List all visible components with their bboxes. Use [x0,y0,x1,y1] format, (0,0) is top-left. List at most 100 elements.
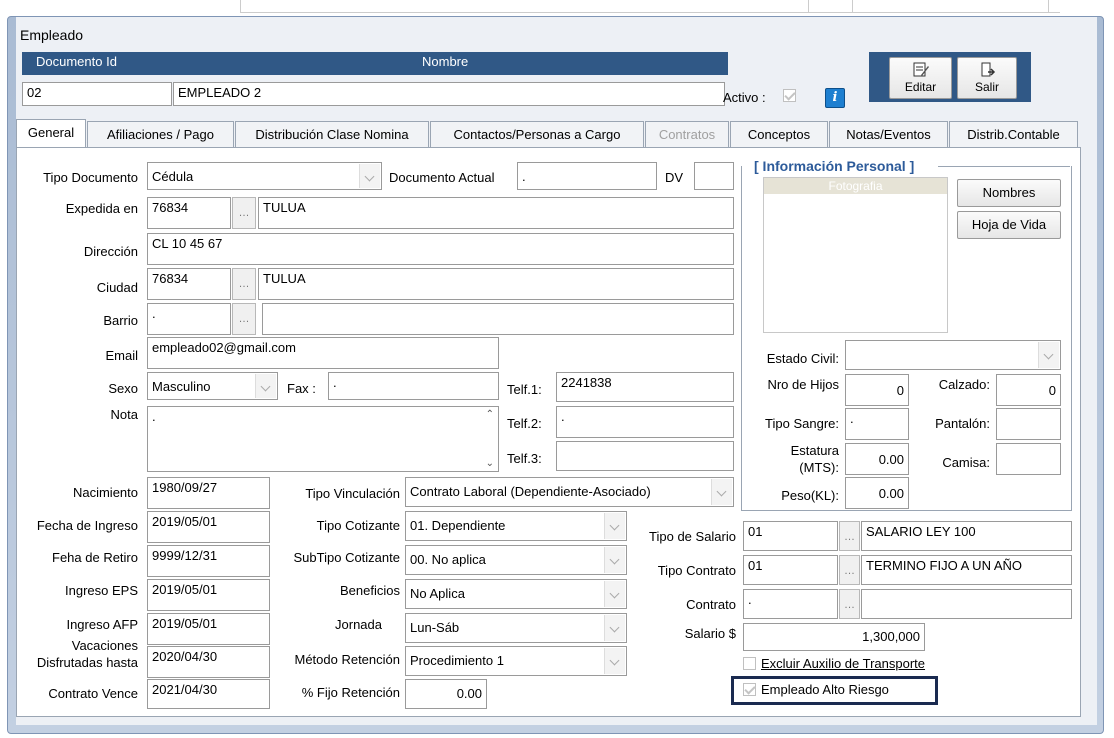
telf1-label: Telf.1: [507,382,542,397]
scroll-up-icon[interactable]: ⌃ [486,409,494,420]
contrato-code[interactable]: . [743,589,838,619]
ingreso-eps-field[interactable]: 2019/05/01 [147,579,270,611]
estatura-label-2: (MTS): [799,460,839,475]
salir-label: Salir [974,80,999,94]
peso-field[interactable]: 0.00 [845,477,909,509]
tipo-sangre-field[interactable]: . [845,408,909,440]
nacimiento-field[interactable]: 1980/09/27 [147,477,270,509]
ciudad-label: Ciudad [96,280,138,295]
direccion-label: Dirección [83,244,138,259]
documento-id-header: Documento Id [36,54,117,69]
tipo-documento-select[interactable]: Cédula [147,162,382,190]
fijo-retencion-field[interactable]: 0.00 [405,679,487,709]
nro-hijos-field[interactable]: 0 [845,374,909,406]
estatura-label: Estatura [790,443,839,458]
barrio-lookup-button[interactable]: … [232,303,256,335]
nota-textarea[interactable]: . ⌃ ⌄ [147,406,499,472]
tipo-salario-code[interactable]: 01 [743,521,838,551]
tipo-vinculacion-select[interactable]: Contrato Laboral (Dependiente-Asociado) [405,477,734,507]
fecha-retiro-field[interactable]: 9999/12/31 [147,545,270,577]
metodo-retencion-select[interactable]: Procedimiento 1 [405,646,627,676]
tipo-sangre-label: Tipo Sangre: [765,416,839,431]
tipo-salario-label: Tipo de Salario [649,529,736,544]
direccion-field[interactable]: CL 10 45 67 [147,233,734,265]
ciudad-code-field[interactable]: 76834 [147,268,231,300]
subtipo-cotizante-select[interactable]: 00. No aplica [405,545,627,575]
tab-distribucion-clase[interactable]: Distribución Clase Nomina [235,121,429,148]
beneficios-label: Beneficios [340,583,400,598]
fotografia-label: Fotografia [764,178,947,194]
contrato-name[interactable] [861,589,1072,619]
tipo-cotizante-select[interactable]: 01. Dependiente [405,511,627,541]
expedida-name-field[interactable]: TULUA [258,197,734,229]
subtipo-cotizante-label: SubTipo Cotizante [293,550,400,565]
vacaciones-label-2: Disfrutadas hasta [36,655,138,670]
calzado-field[interactable]: 0 [996,374,1061,406]
scroll-down-icon[interactable]: ⌄ [486,458,494,469]
ingreso-afp-field[interactable]: 2019/05/01 [147,613,270,645]
tab-contratos[interactable]: Contratos [645,121,729,148]
email-field[interactable]: empleado02@gmail.com [147,337,499,369]
tab-contactos[interactable]: Contactos/Personas a Cargo [430,121,644,148]
header-bar: Documento Id Nombre [22,52,728,75]
excluir-auxilio-checkbox[interactable] [743,657,756,670]
tipo-salario-name[interactable]: SALARIO LEY 100 [861,521,1072,551]
group-border [938,166,1070,167]
estado-civil-select[interactable] [845,340,1061,370]
informacion-personal-title: [ Información Personal ] [752,158,917,174]
editar-button[interactable]: Editar [889,57,952,99]
alto-riesgo-label: Empleado Alto Riesgo [761,682,889,697]
beneficios-select[interactable]: No Aplica [405,579,627,609]
tab-afiliaciones[interactable]: Afiliaciones / Pago [87,121,234,148]
salir-button[interactable]: Salir [957,57,1017,99]
telf3-label: Telf.3: [507,451,542,466]
tipo-contrato-label: Tipo Contrato [657,563,736,578]
fax-field[interactable]: . [328,372,499,400]
barrio-code-field[interactable]: . [147,303,231,335]
contrato-lookup-button[interactable]: … [839,589,860,619]
sexo-select[interactable]: Masculino [147,372,278,400]
camisa-field[interactable] [996,443,1061,475]
expedida-code-field[interactable]: 76834 [147,197,231,229]
nombres-button[interactable]: Nombres [957,179,1061,207]
alto-riesgo-checkbox[interactable] [743,683,756,696]
nombre-field[interactable]: EMPLEADO 2 [173,82,725,106]
telf2-label: Telf.2: [507,416,542,431]
info-icon[interactable]: i [825,88,845,108]
dv-field[interactable] [694,162,734,190]
jornada-select[interactable]: Lun-Sáb [405,613,627,643]
tab-conceptos[interactable]: Conceptos [730,121,828,148]
fotografia-box[interactable]: Fotografia [763,177,948,333]
tipo-salario-lookup-button[interactable]: … [839,521,860,551]
estatura-field[interactable]: 0.00 [845,443,909,475]
estado-civil-label: Estado Civil: [766,351,839,366]
excluir-auxilio-label: Excluir Auxilio de Transporte [761,656,926,671]
pantalon-field[interactable] [996,408,1061,440]
ciudad-name-field[interactable]: TULUA [258,268,734,300]
expedida-lookup-button[interactable]: … [232,197,256,229]
telf2-field[interactable]: . [556,406,734,438]
contrato-vence-label: Contrato Vence [48,686,138,701]
tipo-contrato-code[interactable]: 01 [743,555,838,585]
tab-general[interactable]: General [16,119,86,148]
peso-label: Peso(KL): [781,488,839,503]
pantalon-label: Pantalón: [935,416,990,431]
tipo-contrato-lookup-button[interactable]: … [839,555,860,585]
telf1-field[interactable]: 2241838 [556,372,734,402]
barrio-name-field[interactable] [262,303,734,335]
hoja-de-vida-button[interactable]: Hoja de Vida [957,211,1061,239]
activo-checkbox[interactable] [783,89,796,102]
contrato-vence-field[interactable]: 2021/04/30 [147,679,270,709]
vacaciones-field[interactable]: 2020/04/30 [147,646,270,678]
salario-field[interactable]: 1,300,000 [743,623,925,651]
fecha-ingreso-field[interactable]: 2019/05/01 [147,511,270,543]
tab-notas-eventos[interactable]: Notas/Eventos [829,121,948,148]
telf3-field[interactable] [556,441,734,471]
documento-id-field[interactable]: 02 [22,82,172,106]
tipo-contrato-name[interactable]: TERMINO FIJO A UN AÑO [861,555,1072,585]
beneficios-value: No Aplica [410,586,465,601]
tipo-documento-value: Cédula [152,169,194,184]
tab-distrib-contable[interactable]: Distrib.Contable [949,121,1078,148]
ciudad-lookup-button[interactable]: … [232,268,256,300]
documento-actual-field[interactable]: . [517,162,657,190]
